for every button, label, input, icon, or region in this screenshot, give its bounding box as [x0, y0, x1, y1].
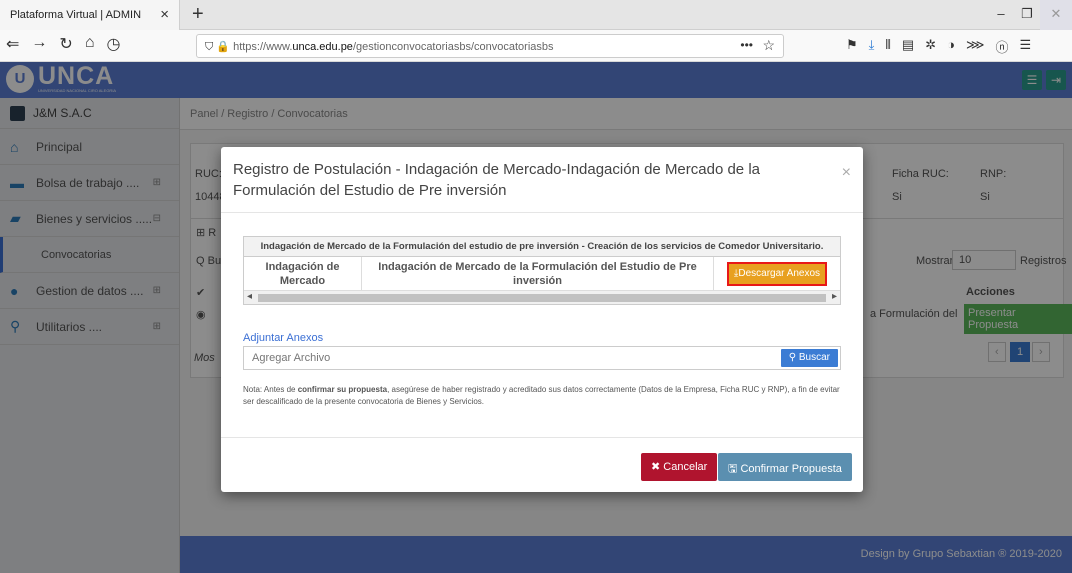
save-icon: 🖫 — [728, 463, 738, 475]
buscar-button[interactable]: ⚲ Buscar — [780, 349, 838, 367]
scroll-left-icon[interactable]: ◂ — [247, 291, 252, 302]
adjuntar-anexos-label: Adjuntar Anexos — [243, 332, 324, 344]
table-caption: Indagación de Mercado de la Formulación … — [244, 237, 840, 257]
window-controls: – ❐ ✕ — [988, 0, 1072, 30]
minimize-icon[interactable]: – — [988, 0, 1014, 30]
modal-footer-divider — [221, 437, 863, 438]
tab-title: Plataforma Virtual | ADMIN — [10, 9, 142, 21]
close-icon: ✖ — [651, 461, 661, 473]
modal-title: Registro de Postulación - Indagación de … — [233, 161, 760, 199]
back-icon[interactable]: ⇐ — [6, 34, 19, 54]
nav-buttons: ⇐ → ↻ ⌂ ◷ — [6, 34, 120, 54]
library-icon[interactable]: ⫴ — [885, 37, 890, 56]
table-cell-descripcion: Indagación de Mercado de la Formulación … — [362, 257, 714, 290]
modal-header-divider — [221, 212, 863, 213]
table-row: Indagación de Mercado Indagación de Merc… — [244, 257, 840, 290]
url-prefix: https://www. — [233, 41, 293, 53]
descargar-anexos-button[interactable]: ⤓Descargar Anexos — [726, 261, 828, 286]
browser-nav-bar: ⇐ → ↻ ⌂ ◷ ⛉ 🔒 https://www.unca.edu.pe/ge… — [0, 30, 1072, 62]
history-icon[interactable]: ◷ — [106, 34, 120, 54]
restore-icon[interactable]: ❐ — [1014, 0, 1040, 30]
extension-icon[interactable]: ◑ — [947, 37, 955, 56]
descargar-anexos-label: Descargar Anexos — [738, 267, 821, 279]
window-close-icon[interactable]: ✕ — [1040, 0, 1072, 30]
cancel-button[interactable]: ✖ Cancelar — [641, 453, 718, 481]
new-tab-icon[interactable]: + — [192, 3, 204, 26]
horizontal-scrollbar[interactable]: ◂ ▸ — [244, 290, 840, 304]
lock-icon: 🔒 — [216, 41, 231, 53]
toolbar-icons: ⚑ ⤓ ⫴ ▤ ✲ ◑ ⋙ ⓝ ☰ — [846, 37, 1031, 56]
forward-icon[interactable]: → — [31, 34, 47, 54]
download-icon[interactable]: ⤓ — [869, 37, 875, 56]
forward-double-icon[interactable]: ⋙ — [966, 37, 985, 56]
reload-icon[interactable]: ↻ — [59, 34, 72, 54]
extension-n-icon[interactable]: ⓝ — [995, 37, 1008, 56]
home-icon[interactable]: ⌂ — [85, 34, 95, 54]
page-actions-icon[interactable]: ••• — [740, 38, 753, 52]
bookmark-star-icon[interactable]: ☆ — [762, 37, 775, 54]
close-icon[interactable]: × — [842, 164, 851, 182]
reader-icon[interactable]: ▤ — [902, 37, 914, 56]
cancel-label: Cancelar — [663, 461, 708, 473]
search-icon: ⚲ — [788, 352, 797, 363]
file-input-placeholder: Agregar Archivo — [252, 352, 331, 364]
buscar-label: Buscar — [798, 352, 830, 363]
address-bar[interactable]: ⛉ 🔒 https://www.unca.edu.pe/gestionconvo… — [196, 34, 784, 58]
file-input[interactable]: Agregar Archivo ⚲ Buscar — [243, 346, 841, 370]
note-text: Nota: Antes de confirmar su propuesta, a… — [243, 384, 843, 408]
confirm-label: Confirmar Propuesta — [740, 463, 842, 475]
shield-icon: ⛉ — [205, 41, 214, 53]
confirm-button[interactable]: 🖫 Confirmar Propuesta — [718, 453, 852, 481]
browser-tab[interactable]: Plataforma Virtual | ADMIN × — [0, 0, 180, 30]
tab-close-icon[interactable]: × — [160, 6, 169, 23]
scroll-thumb[interactable] — [258, 294, 826, 302]
url-domain: unca.edu.pe — [292, 41, 353, 53]
note-bold: confirmar su propuesta — [297, 385, 388, 394]
table-cell-tipo: Indagación de Mercado — [244, 257, 362, 290]
indagacion-table: Indagación de Mercado de la Formulación … — [243, 236, 841, 305]
browser-tab-bar: Plataforma Virtual | ADMIN × + – ❐ ✕ — [0, 0, 1072, 30]
scroll-right-icon[interactable]: ▸ — [832, 291, 837, 302]
note-prefix: Nota: Antes de — [243, 385, 298, 394]
settings-icon[interactable]: ✲ — [925, 37, 936, 56]
translate-icon[interactable]: ⚑ — [846, 37, 858, 56]
menu-icon[interactable]: ☰ — [1019, 37, 1031, 56]
registro-postulacion-modal: Registro de Postulación - Indagación de … — [221, 147, 863, 492]
url-path: /gestionconvocatoriasbs/convocatoriasbs — [352, 41, 554, 53]
table-cell-action: ⤓Descargar Anexos — [714, 257, 840, 290]
